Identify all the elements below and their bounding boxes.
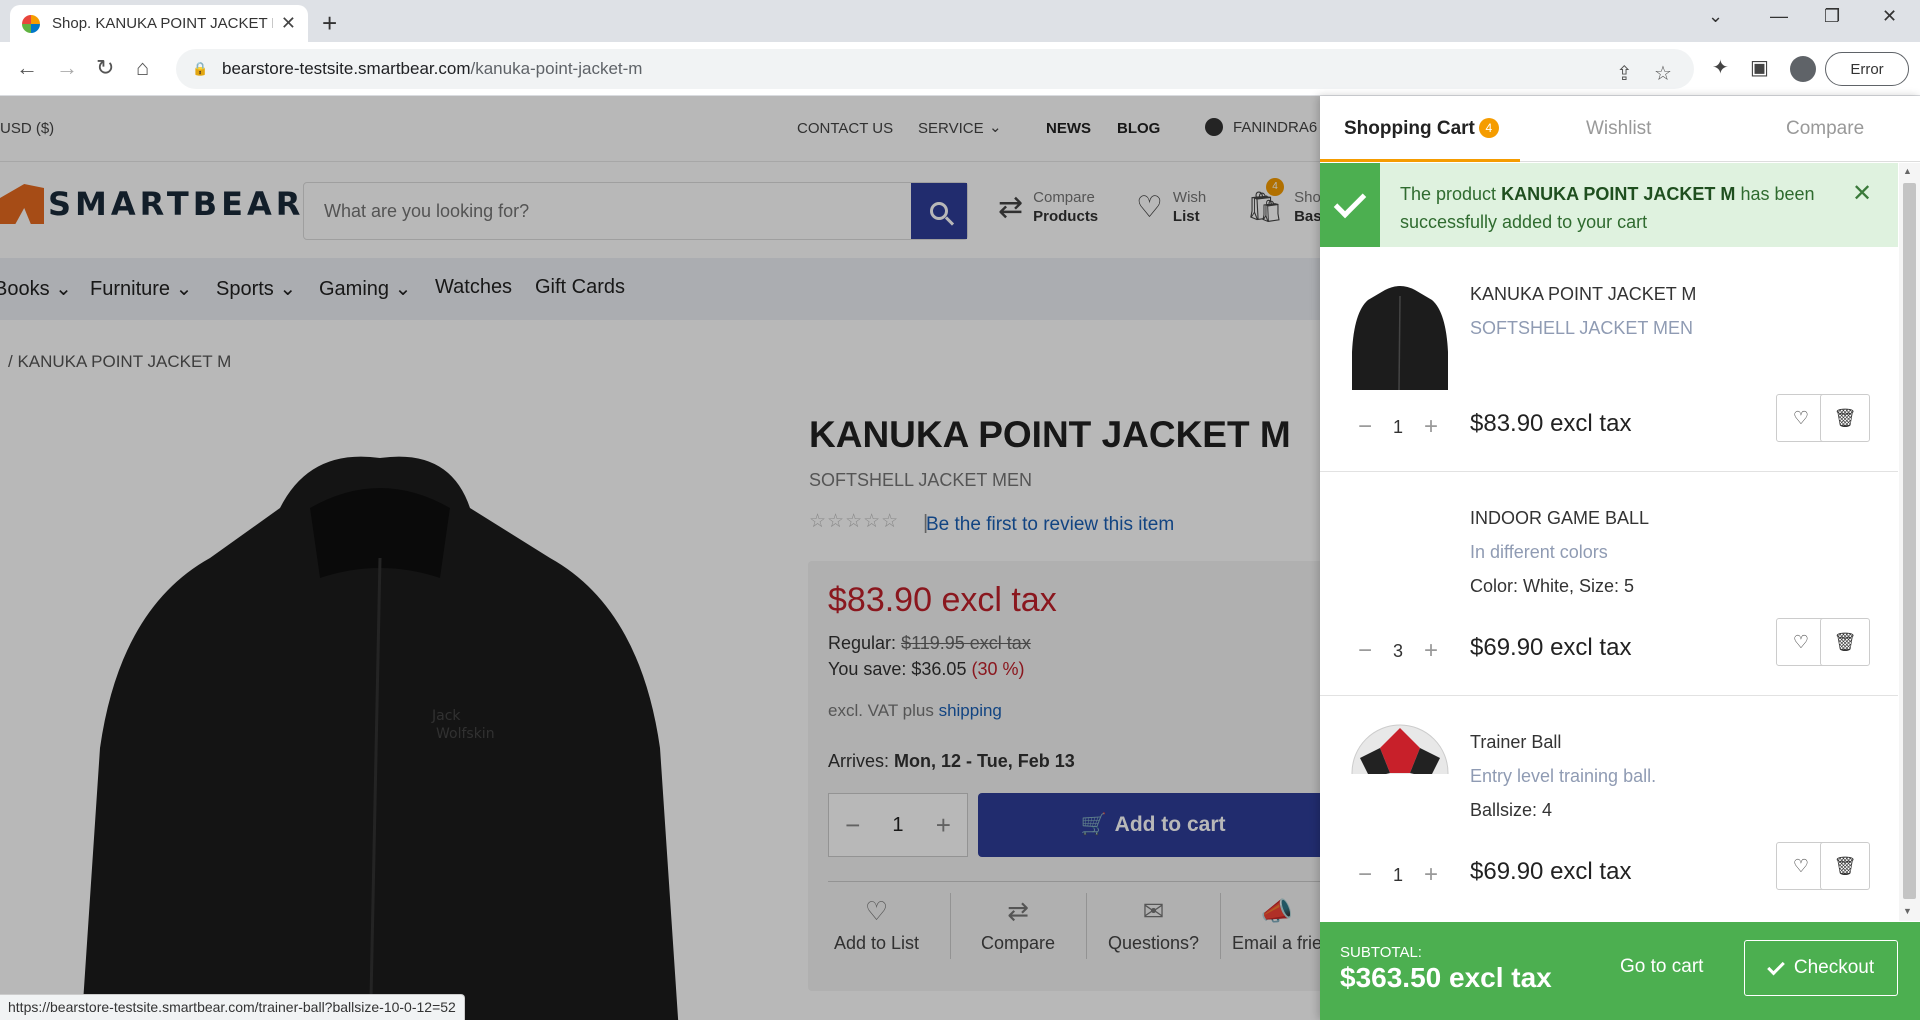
scroll-down-icon[interactable]: ▼: [1903, 906, 1912, 916]
tab-title: Shop. KANUKA POINT JACKET M: [52, 15, 273, 32]
item-price: $69.90 excl tax: [1470, 634, 1632, 661]
item-attributes: Ballsize: 4: [1470, 800, 1553, 820]
cart-item: KANUKA POINT JACKET M SOFTSHELL JACKET M…: [1320, 248, 1898, 472]
remove-item-button[interactable]: 🗑: [1820, 618, 1870, 666]
ball-thumbnail[interactable]: [1350, 718, 1450, 828]
status-bar-url: https://bearstore-testsite.smartbear.com…: [0, 994, 465, 1020]
close-icon[interactable]: ✕: [1852, 179, 1872, 208]
item-qty-stepper: − 1 +: [1358, 861, 1438, 889]
go-to-cart-link[interactable]: Go to cart: [1620, 956, 1703, 978]
heart-icon: ♡: [1792, 407, 1810, 428]
item-name[interactable]: KANUKA POINT JACKET M: [1470, 284, 1696, 305]
restore-icon[interactable]: ❐: [1824, 6, 1840, 27]
increase-qty-button[interactable]: +: [1424, 861, 1438, 889]
item-desc: Entry level training ball.: [1470, 766, 1657, 786]
item-attributes: Color: White, Size: 5: [1470, 576, 1635, 596]
tab-shopping-cart-label: Shopping Cart: [1344, 118, 1475, 139]
item-qty-stepper: − 1 +: [1358, 413, 1438, 441]
success-alert: The product KANUKA POINT JACKET M has be…: [1320, 163, 1898, 247]
item-qty[interactable]: 3: [1393, 641, 1403, 662]
share-icon[interactable]: ⇪: [1616, 61, 1633, 86]
item-price: $83.90 excl tax: [1470, 410, 1632, 437]
tab-compare[interactable]: Compare: [1786, 118, 1864, 140]
item-name[interactable]: Trainer Ball: [1470, 732, 1561, 753]
decrease-qty-button[interactable]: −: [1358, 413, 1372, 441]
alert-message: The product KANUKA POINT JACKET M has be…: [1400, 180, 1820, 236]
subtotal-value: $363.50 excl tax: [1340, 962, 1552, 993]
trash-icon: 🗑: [1833, 855, 1857, 876]
cart-item: INDOOR GAME BALL In different colors Col…: [1320, 472, 1898, 696]
heart-icon: ♡: [1792, 631, 1810, 652]
subtotal-label: SUBTOTAL:: [1340, 944, 1422, 961]
tab-strip: Shop. KANUKA POINT JACKET M ✕ + ⌄ — ❐ ✕: [0, 0, 1920, 42]
tab-search-chevron-icon[interactable]: ⌄: [1708, 6, 1723, 27]
reload-icon[interactable]: ↻: [96, 55, 114, 81]
increase-qty-button[interactable]: +: [1424, 637, 1438, 665]
site-favicon-icon: [22, 14, 40, 33]
alert-pre: The product: [1400, 184, 1497, 204]
trash-icon: 🗑: [1833, 407, 1857, 428]
browser-toolbar: ← → ↻ ⌂ 🔒 bearstore-testsite.smartbear.c…: [0, 42, 1920, 96]
alert-product: KANUKA POINT JACKET M: [1501, 184, 1736, 204]
url-host: bearstore-testsite.smartbear.com: [222, 59, 471, 78]
tab-close-icon[interactable]: ✕: [281, 13, 296, 34]
active-tab-indicator: [1320, 159, 1520, 162]
move-to-wishlist-button[interactable]: ♡: [1776, 842, 1826, 890]
checkout-button[interactable]: Checkout: [1744, 940, 1898, 996]
browser-tab[interactable]: Shop. KANUKA POINT JACKET M ✕: [10, 5, 308, 42]
item-qty-stepper: − 3 +: [1358, 637, 1438, 665]
decrease-qty-button[interactable]: −: [1358, 861, 1372, 889]
remove-item-button[interactable]: 🗑: [1820, 842, 1870, 890]
scroll-up-icon[interactable]: ▲: [1903, 166, 1912, 176]
increase-qty-button[interactable]: +: [1424, 413, 1438, 441]
success-pane: [1320, 163, 1380, 247]
scrollbar-thumb[interactable]: [1903, 183, 1916, 899]
lock-icon: 🔒: [192, 61, 209, 76]
profile-error-chip[interactable]: Error: [1825, 52, 1909, 86]
address-bar[interactable]: 🔒 bearstore-testsite.smartbear.com/kanuk…: [176, 49, 1694, 89]
side-panel-icon[interactable]: ▣: [1750, 55, 1769, 80]
forward-icon[interactable]: →: [56, 55, 78, 81]
tab-wishlist[interactable]: Wishlist: [1586, 118, 1651, 140]
checkout-label: Checkout: [1793, 957, 1875, 978]
item-qty[interactable]: 1: [1393, 417, 1403, 438]
profile-avatar-icon[interactable]: [1790, 56, 1816, 82]
page-dim-overlay[interactable]: [0, 96, 1320, 1020]
url-path: /kanuka-point-jacket-m: [470, 59, 643, 78]
checkmark-icon: [1767, 957, 1785, 975]
cart-item: Trainer Ball Entry level training ball. …: [1320, 696, 1898, 920]
move-to-wishlist-button[interactable]: ♡: [1776, 394, 1826, 442]
back-icon[interactable]: ←: [16, 55, 38, 81]
item-qty[interactable]: 1: [1393, 865, 1403, 886]
tab-shopping-cart[interactable]: Shopping Cart 4: [1344, 118, 1499, 140]
remove-item-button[interactable]: 🗑: [1820, 394, 1870, 442]
cart-count-badge: 4: [1478, 118, 1499, 138]
jacket-thumbnail[interactable]: [1350, 282, 1450, 392]
item-desc: SOFTSHELL JACKET MEN: [1470, 318, 1694, 338]
home-icon[interactable]: ⌂: [136, 55, 149, 81]
drawer-tabs: Shopping Cart 4 Wishlist Compare: [1320, 96, 1920, 162]
cart-footer: SUBTOTAL: $363.50 excl tax Go to cart Ch…: [1320, 922, 1920, 1020]
new-tab-icon[interactable]: +: [322, 8, 337, 39]
close-window-icon[interactable]: ✕: [1882, 6, 1897, 27]
item-desc: In different colors: [1470, 542, 1608, 562]
heart-icon: ♡: [1792, 855, 1810, 876]
extensions-icon[interactable]: ✦: [1712, 55, 1729, 80]
checkmark-icon: [1333, 185, 1367, 219]
item-name[interactable]: INDOOR GAME BALL: [1470, 508, 1649, 529]
cart-drawer: Shopping Cart 4 Wishlist Compare The prod…: [1320, 96, 1920, 1020]
decrease-qty-button[interactable]: −: [1358, 637, 1372, 665]
bookmark-star-icon[interactable]: ☆: [1654, 61, 1672, 86]
move-to-wishlist-button[interactable]: ♡: [1776, 618, 1826, 666]
trash-icon: 🗑: [1833, 631, 1857, 652]
item-price: $69.90 excl tax: [1470, 858, 1632, 885]
minimize-icon[interactable]: —: [1770, 6, 1788, 27]
